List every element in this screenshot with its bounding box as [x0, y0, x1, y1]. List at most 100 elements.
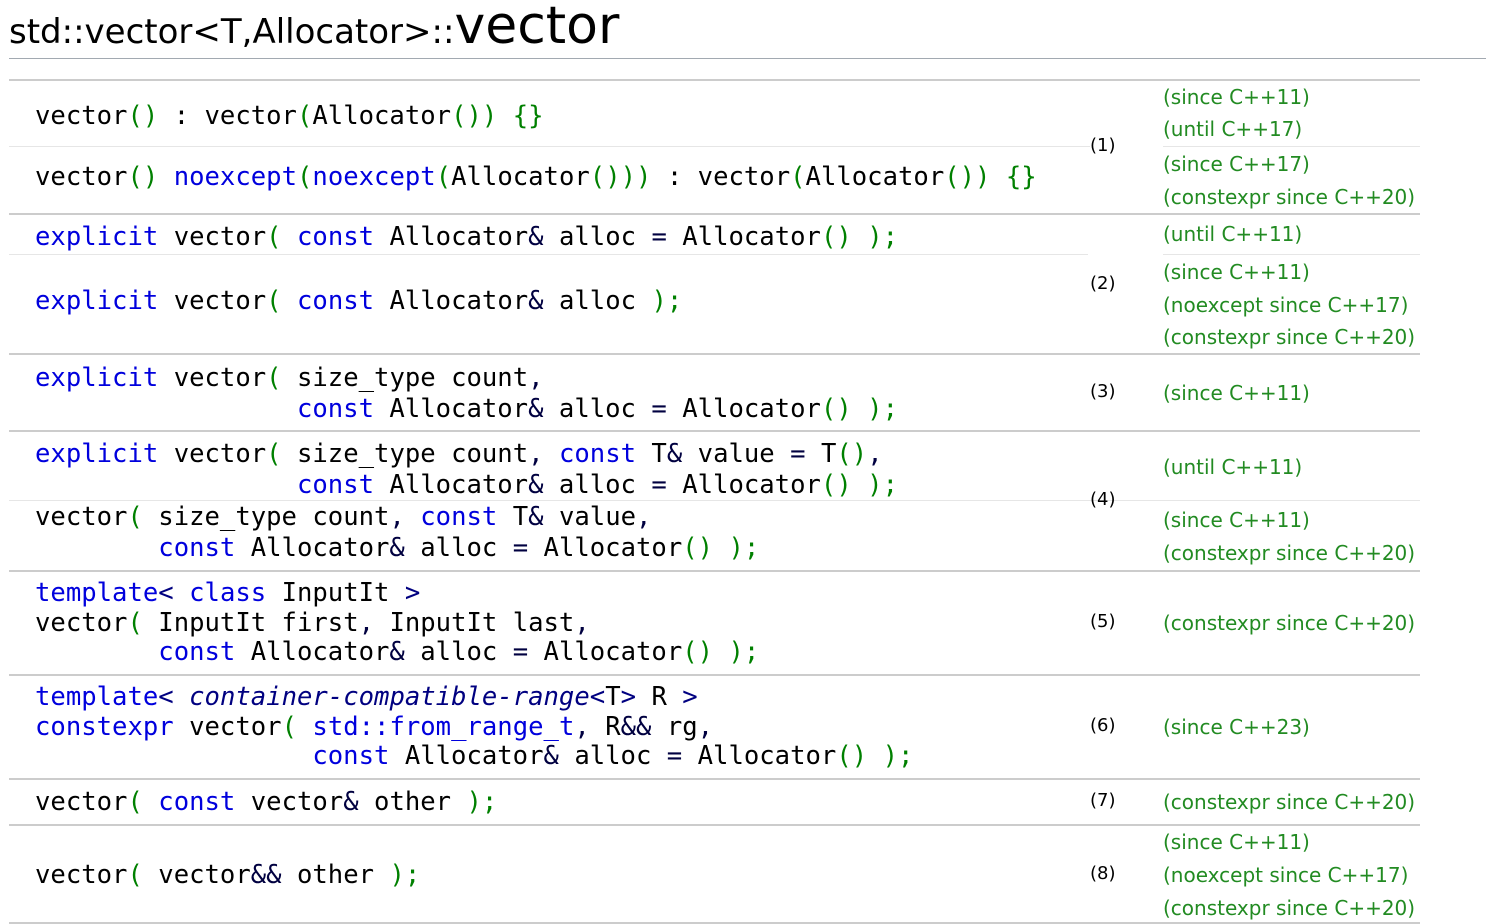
code-token: ( [127, 607, 143, 638]
row-divider [9, 570, 1420, 572]
code-token: , [867, 439, 883, 469]
declaration-code: vector( const vector& other ); [35, 787, 497, 817]
declaration-code: explicit vector( size_type count, const … [35, 439, 898, 501]
overload-number: (5) [1090, 611, 1116, 632]
code-token: template [35, 682, 159, 712]
code-token: ); [466, 787, 498, 817]
code-token: ( [266, 222, 282, 252]
code-line: vector() noexcept(noexcept(Allocator()))… [35, 162, 1037, 192]
code-token: const [296, 394, 374, 424]
code-token: alloc [543, 470, 652, 500]
code-token: () [682, 637, 714, 667]
code-line: const Allocator& alloc = Allocator() ); [35, 533, 759, 564]
code-token: & [528, 394, 544, 424]
declaration-code: template< class InputIt > vector( InputIt… [35, 578, 759, 668]
overload-number: (8) [1090, 863, 1116, 884]
code-token: ); [882, 741, 914, 771]
code-token: ( [266, 363, 282, 393]
overload-number: (2) [1090, 273, 1116, 294]
code-token: = [512, 533, 529, 563]
version-note: (constexpr since C++20) [1163, 611, 1416, 635]
code-token: < [589, 682, 606, 712]
code-token: Allocator [682, 741, 837, 771]
code-token: > [620, 682, 637, 712]
code-token: ( [296, 162, 313, 192]
code-token: T [497, 502, 529, 532]
code-token: = [651, 222, 667, 252]
code-token: ()) [944, 162, 991, 192]
code-token: () [820, 394, 852, 424]
code-token: & [528, 470, 544, 500]
code-token: ); [867, 222, 899, 252]
code-line: explicit vector( const Allocator& alloc … [35, 222, 898, 252]
code-token: noexcept [173, 162, 297, 192]
code-token: ())) [589, 162, 652, 192]
code-token: () [836, 741, 868, 771]
code-token: : [651, 162, 698, 192]
version-note: (noexcept since C++17) [1163, 293, 1409, 317]
code-token: > [404, 578, 421, 608]
version-note: (until C++17) [1163, 117, 1303, 141]
code-token: other [358, 787, 467, 817]
code-token: = [651, 470, 667, 500]
page-title-prefix: std::vector<T,Allocator>:: [9, 12, 455, 52]
code-token: () [836, 439, 868, 469]
declaration-code: explicit vector( size_type count, const … [35, 363, 898, 425]
code-token: vector [158, 363, 267, 393]
code-token: vector [173, 711, 282, 742]
code-token: const [312, 741, 390, 771]
code-token: size_type count [142, 502, 390, 532]
code-token: && [250, 860, 282, 890]
code-token: vector [204, 101, 297, 131]
code-token: alloc [543, 222, 652, 252]
code-token: ( [266, 439, 282, 469]
code-token: & [528, 286, 544, 316]
version-note: (constexpr since C++20) [1163, 325, 1416, 349]
code-token: & [528, 502, 544, 532]
code-token: > [682, 682, 698, 712]
code-token: , [528, 439, 544, 469]
code-token: ); [867, 394, 898, 424]
version-note: (since C++11) [1163, 508, 1310, 532]
code-token: vector [35, 787, 128, 817]
row-divider [9, 674, 1420, 676]
code-token: Allocator [235, 637, 390, 667]
code-token: Allocator [451, 162, 590, 192]
code-token: ); [728, 533, 760, 563]
code-token: explicit [35, 363, 159, 393]
code-token: size_type count [281, 363, 529, 393]
code-token: alloc [404, 637, 513, 667]
code-token: const [158, 787, 236, 817]
row-divider [9, 353, 1420, 355]
code-token: & [528, 222, 544, 252]
code-token: = [512, 637, 529, 667]
code-token: const [420, 502, 498, 532]
variant-divider [9, 146, 1090, 147]
code-token: , [389, 502, 405, 532]
code-token: Allocator [666, 222, 821, 252]
declaration-code: explicit vector( const Allocator& alloc … [35, 286, 682, 316]
code-line: vector( const vector& other ); [35, 787, 497, 817]
code-token: constexpr [35, 711, 174, 742]
code-token: & [389, 533, 405, 563]
row-divider [9, 79, 1420, 81]
code-token: ( [266, 286, 282, 316]
code-token: Allocator [235, 533, 390, 563]
code-token: const [158, 533, 236, 563]
version-note: (constexpr since C++20) [1163, 790, 1416, 814]
page-title: std::vector<T,Allocator>::vector [9, 0, 619, 56]
code-line: vector( InputIt first, InputIt last, [35, 607, 759, 639]
code-token: () [127, 101, 159, 131]
code-token: Allocator [666, 470, 821, 500]
